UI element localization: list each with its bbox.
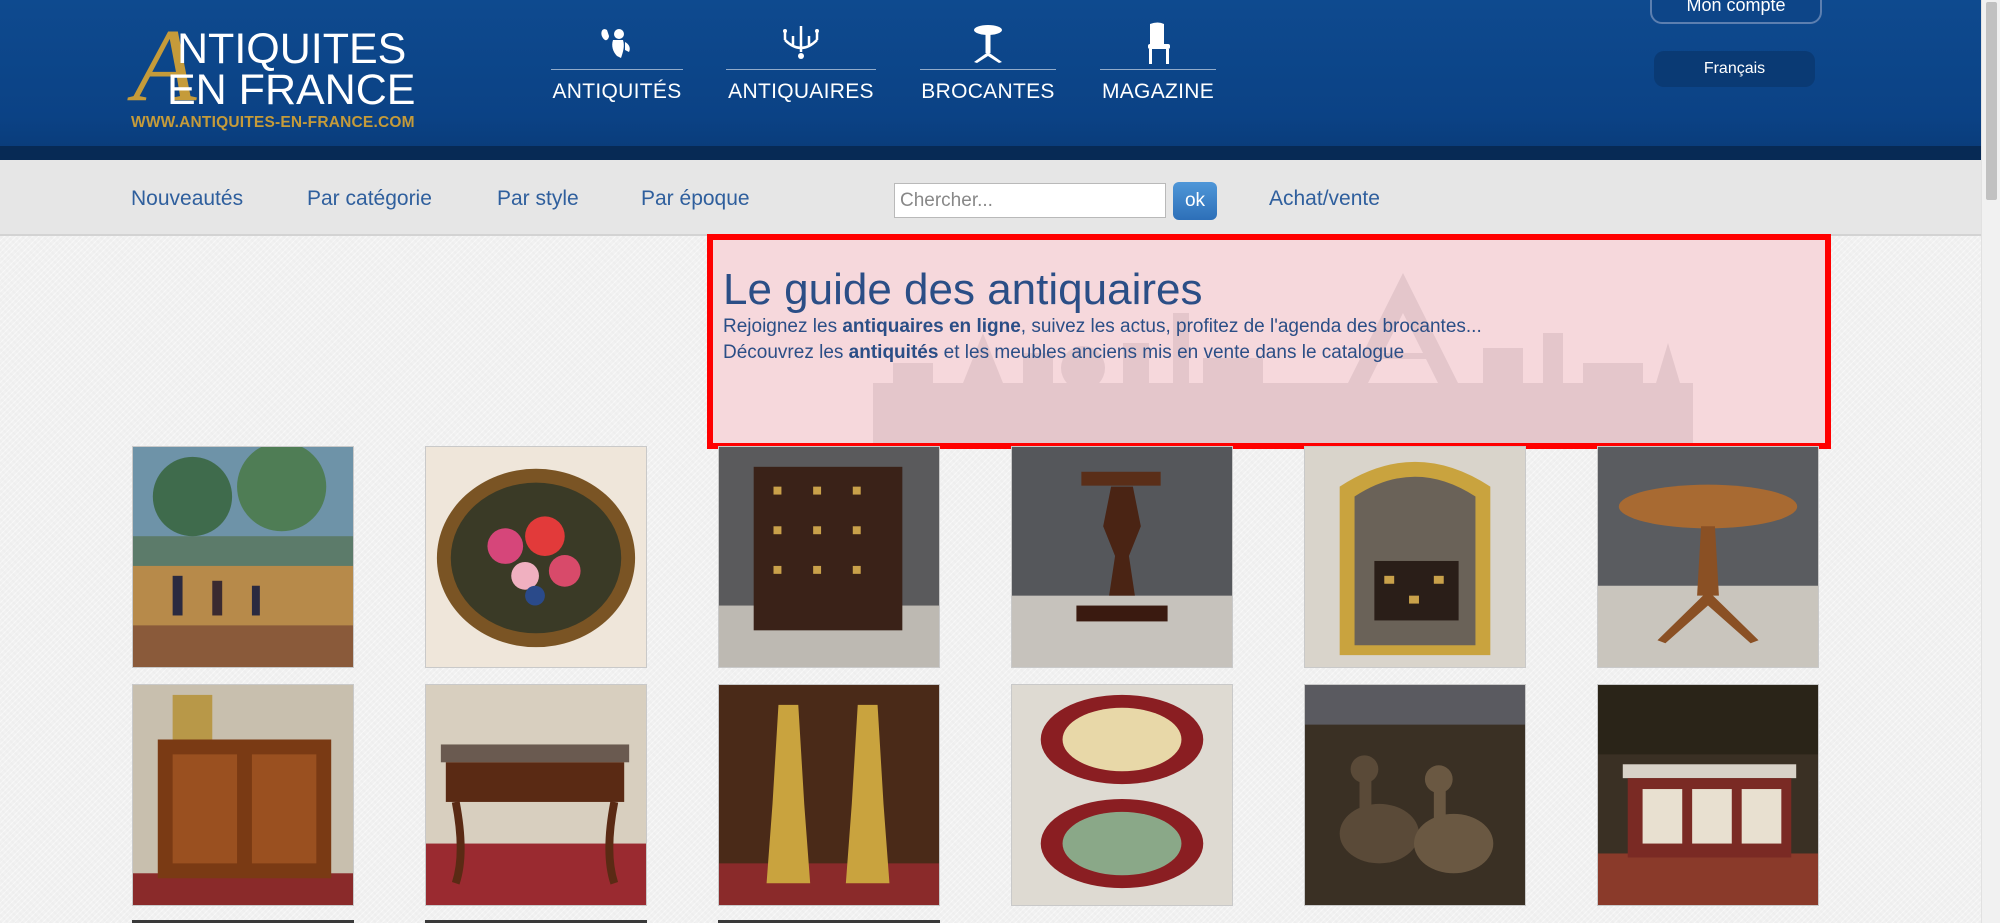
subnav-achat-vente[interactable]: Achat/vente [1269, 187, 1380, 211]
hero-line-2: Découvrez les antiquités et les meubles … [723, 342, 1404, 364]
header-band [0, 146, 1981, 160]
nav-label-antiquites: ANTIQUITÉS [552, 80, 682, 103]
chair-icon [1148, 22, 1170, 64]
language-selector[interactable]: Français [1654, 51, 1815, 87]
hero-banner: Le guide des antiquaires Rejoignez les a… [707, 234, 1831, 449]
subnav-par-style[interactable]: Par style [497, 187, 579, 211]
hero-title: Le guide des antiquaires [723, 265, 1203, 314]
nav-divider [1100, 69, 1216, 70]
painted-buffet-image [1598, 685, 1818, 905]
bronze-ducks-image [1305, 685, 1525, 905]
product-thumbnail[interactable] [132, 684, 354, 906]
decorated-plates-image [1012, 685, 1232, 905]
gilt-candlesticks-image [719, 685, 939, 905]
product-thumbnail[interactable] [1597, 446, 1819, 668]
product-thumbnail[interactable] [1597, 684, 1819, 906]
carved-console-table-image [426, 685, 646, 905]
nav-label-magazine: MAGAZINE [1101, 80, 1215, 103]
page-scrollbar[interactable] [1981, 0, 2000, 923]
product-thumbnail[interactable] [425, 684, 647, 906]
nav-divider [920, 69, 1056, 70]
nav-magazine[interactable]: MAGAZINE [1100, 22, 1216, 112]
product-thumbnail[interactable] [1011, 446, 1233, 668]
chandelier-icon [783, 26, 819, 59]
logo-title-line2: EN FRANCE [167, 66, 416, 114]
hero-line-1-text-end: , suivez les actus, profitez de l'agenda… [1020, 316, 1482, 337]
product-thumbnail[interactable] [718, 446, 940, 668]
nav-antiquites[interactable]: ANTIQUITÉS [551, 22, 683, 112]
impressionist-painting-image [133, 447, 353, 667]
scrollbar-thumb[interactable] [1986, 2, 1997, 200]
hero-line-1-text: Rejoignez les [723, 316, 843, 337]
product-thumbnail[interactable] [1304, 446, 1526, 668]
logo-url: WWW.ANTIQUITES-EN-FRANCE.COM [131, 114, 415, 131]
marquetry-cabinet-clock-image [133, 685, 353, 905]
hero-link-antiquaires-en-ligne[interactable]: antiquaires en ligne [842, 316, 1020, 337]
product-thumbnail[interactable] [718, 684, 940, 906]
wooden-pedestal-image [1012, 447, 1232, 667]
subnav-par-categorie[interactable]: Par catégorie [307, 187, 432, 211]
search-ok-button[interactable]: ok [1173, 182, 1217, 220]
nav-label-antiquaires: ANTIQUAIRES [728, 80, 874, 103]
gilt-mirror-image [1305, 447, 1525, 667]
product-thumbnail[interactable] [1011, 684, 1233, 906]
secondary-nav: Nouveautés Par catégorie Par style Par é… [0, 160, 1981, 236]
subnav-par-epoque[interactable]: Par époque [641, 187, 750, 211]
cherub-icon [601, 29, 630, 58]
nav-antiquaires[interactable]: ANTIQUAIRES [726, 22, 876, 112]
subnav-nouveautes[interactable]: Nouveautés [131, 187, 243, 211]
site-header: A NTIQUITES EN FRANCE WWW.ANTIQUITES-EN-… [0, 0, 1981, 146]
hero-link-antiquites[interactable]: antiquités [849, 342, 939, 363]
pedestal-table-icon [974, 25, 1002, 63]
site-logo[interactable]: A NTIQUITES EN FRANCE WWW.ANTIQUITES-EN-… [131, 14, 436, 134]
nav-label-brocantes: BROCANTES [921, 80, 1055, 103]
logo-title-line1: NTIQUITES [177, 25, 407, 73]
nav-brocantes[interactable]: BROCANTES [920, 22, 1056, 112]
round-pedestal-table-image [1598, 447, 1818, 667]
dark-wood-cabinet-image [719, 447, 939, 667]
hero-line-1: Rejoignez les antiquaires en ligne, suiv… [723, 316, 1482, 338]
product-thumbnail[interactable] [425, 446, 647, 668]
nav-divider [551, 69, 683, 70]
product-thumbnail[interactable] [132, 446, 354, 668]
product-thumbnail[interactable] [1304, 684, 1526, 906]
search-input[interactable] [894, 183, 1166, 218]
oval-floral-painting-image [426, 447, 646, 667]
hero-line-2-text: Découvrez les [723, 342, 849, 363]
hero-line-2-text-end: et les meubles anciens mis en vente dans… [938, 342, 1405, 363]
nav-divider [726, 69, 876, 70]
account-button[interactable]: Mon compte [1650, 0, 1822, 24]
